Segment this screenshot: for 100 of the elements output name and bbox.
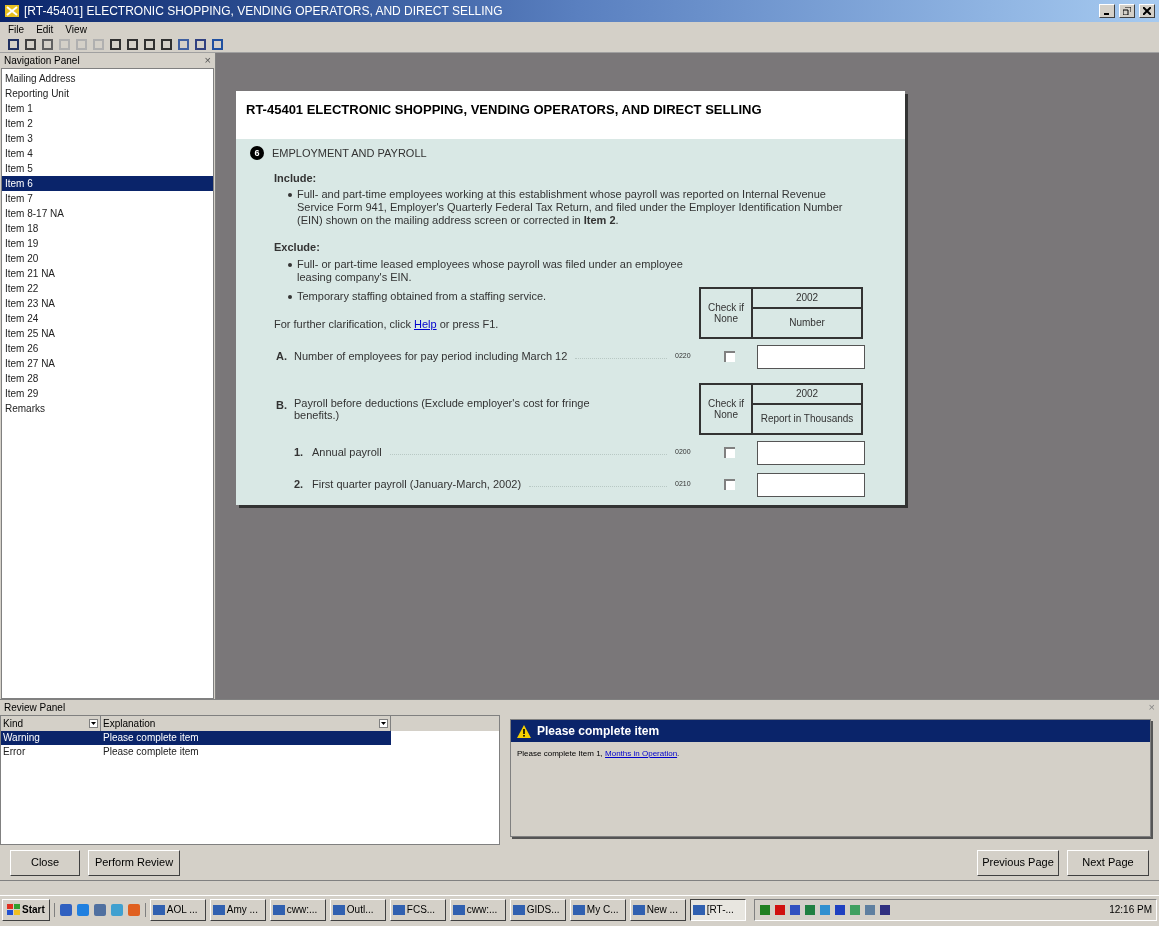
- toolbar-icon[interactable]: [161, 38, 172, 50]
- input-field[interactable]: [757, 472, 865, 497]
- navigation-item[interactable]: Item 8-17 NA: [2, 206, 213, 221]
- dialog-button[interactable]: Perform Review: [88, 849, 180, 876]
- item-label: Number of employees for pay period including March 12: [294, 349, 568, 365]
- toolbar-icon[interactable]: [178, 38, 189, 50]
- taskbar-button[interactable]: cww:...: [269, 898, 326, 921]
- taskbar-button[interactable]: AOL ...: [149, 898, 206, 921]
- navigation-item[interactable]: Item 7: [2, 191, 213, 206]
- navigation-item[interactable]: Item 26: [2, 341, 213, 356]
- quick-launch-icon[interactable]: [126, 902, 141, 917]
- window-icon: [632, 903, 645, 916]
- toolbar-icon[interactable]: [195, 38, 206, 50]
- panel-title: Review Panel: [4, 701, 66, 715]
- navigation-item[interactable]: Item 2: [2, 116, 213, 131]
- quick-launch-icon[interactable]: [58, 902, 73, 917]
- navigation-item[interactable]: Item 29: [2, 386, 213, 401]
- item-label: First quarter payroll (January-March, 2002): [312, 477, 522, 493]
- close-icon: [1143, 7, 1151, 15]
- minimize-button[interactable]: [1099, 4, 1115, 18]
- warning-icon: [517, 724, 531, 738]
- input-field[interactable]: [757, 440, 865, 465]
- input-field[interactable]: [757, 344, 865, 369]
- toolbar-icon[interactable]: [25, 38, 36, 50]
- exclude-text: Full- or part-time leased employees whose payroll was filed under an employee leasing company's EIN.: [297, 257, 684, 284]
- navigation-item[interactable]: Item 3: [2, 131, 213, 146]
- exclude-text: Temporary staffing obtained from a staffing service.: [297, 289, 547, 303]
- taskbar-button[interactable]: My C...: [569, 898, 626, 921]
- navigation-item[interactable]: Item 28: [2, 371, 213, 386]
- toolbar-icon[interactable]: [212, 38, 223, 50]
- dialog-button[interactable]: Previous Page: [977, 849, 1059, 876]
- menu-item[interactable]: File: [8, 21, 25, 37]
- help-link[interactable]: Help: [414, 318, 437, 330]
- taskbar-button[interactable]: New ...: [629, 898, 686, 921]
- navigation-item[interactable]: Item 21 NA: [2, 266, 213, 281]
- message-text: Please complete Item 1, Months in Operation.: [516, 748, 681, 760]
- form-title: RT-45401 ELECTRONIC SHOPPING, VENDING OPERATORS, AND DIRECT SELLING: [246, 102, 762, 117]
- window-title: [RT-45401] ELECTRONIC SHOPPING, VENDING OPERATORS, AND DIRECT SELLING: [24, 3, 504, 20]
- header-label: 2002: [753, 384, 861, 405]
- item-letter: B.: [276, 397, 288, 413]
- tray-icon[interactable]: [803, 903, 816, 916]
- navigation-item[interactable]: Mailing Address: [2, 71, 213, 86]
- start-button[interactable]: Start: [2, 898, 50, 921]
- close-button[interactable]: [1139, 4, 1155, 18]
- dialog-button[interactable]: Next Page: [1067, 849, 1149, 876]
- navigation-item[interactable]: Item 6: [2, 176, 213, 191]
- window-icon: [212, 903, 225, 916]
- navigation-item[interactable]: Item 25 NA: [2, 326, 213, 341]
- tray-icon[interactable]: [788, 903, 801, 916]
- window-icon: [692, 903, 705, 916]
- toolbar-icon[interactable]: [42, 38, 53, 50]
- header-label: Report in Thousands: [759, 412, 855, 426]
- checkbox[interactable]: [723, 479, 735, 490]
- toolbar-icon[interactable]: [127, 38, 138, 50]
- navigation-item[interactable]: Item 18: [2, 221, 213, 236]
- dialog-button[interactable]: Close: [10, 849, 80, 876]
- navigation-item[interactable]: Remarks: [2, 401, 213, 416]
- restore-icon: [1123, 7, 1131, 15]
- checkbox[interactable]: [723, 447, 735, 458]
- tray-icon[interactable]: [773, 903, 786, 916]
- navigation-item[interactable]: Item 5: [2, 161, 213, 176]
- navigation-item[interactable]: Item 24: [2, 311, 213, 326]
- toolbar-icon[interactable]: [144, 38, 155, 50]
- menu-item[interactable]: Edit: [36, 21, 54, 37]
- navigation-item[interactable]: Item 27 NA: [2, 356, 213, 371]
- review-row[interactable]: Error Please complete item: [1, 745, 391, 759]
- taskbar-button[interactable]: Outl...: [329, 898, 386, 921]
- taskbar-button[interactable]: cww:...: [449, 898, 506, 921]
- tray-icon[interactable]: [878, 903, 891, 916]
- menu-item[interactable]: View: [65, 21, 87, 37]
- navigation-item[interactable]: Item 23 NA: [2, 296, 213, 311]
- taskbar-button[interactable]: [RT-...: [689, 898, 746, 921]
- navigation-item[interactable]: Item 19: [2, 236, 213, 251]
- window-icon: [392, 903, 405, 916]
- item-letter: 2.: [294, 477, 305, 493]
- taskbar-button[interactable]: GIDS...: [509, 898, 566, 921]
- toolbar-icon[interactable]: [110, 38, 121, 50]
- taskbar-button[interactable]: FCS...: [389, 898, 446, 921]
- bullet-icon: [288, 262, 292, 267]
- app-icon: [4, 3, 20, 19]
- restore-button[interactable]: [1119, 4, 1135, 18]
- navigation-item[interactable]: Item 22: [2, 281, 213, 296]
- header-label: Check if None: [701, 288, 753, 337]
- exclude-label: Exclude:: [274, 240, 321, 255]
- quick-launch-icon[interactable]: [75, 902, 90, 917]
- toolbar-icon[interactable]: [8, 38, 19, 50]
- taskbar-button[interactable]: Amy ...: [209, 898, 266, 921]
- close-button[interactable]: ×: [204, 52, 211, 69]
- header-label: Check if None: [701, 384, 753, 433]
- header-label: Number: [788, 316, 826, 330]
- bullet-icon: [288, 294, 292, 299]
- review-row[interactable]: Warning Please complete item: [1, 731, 391, 745]
- checkbox[interactable]: [723, 351, 735, 362]
- navigation-item[interactable]: Item 20: [2, 251, 213, 266]
- navigation-item[interactable]: Item 1: [2, 101, 213, 116]
- navigation-item[interactable]: Item 4: [2, 146, 213, 161]
- tray-icon[interactable]: [833, 903, 846, 916]
- quick-launch-icon[interactable]: [92, 902, 107, 917]
- tray-icon[interactable]: [758, 903, 771, 916]
- navigation-item[interactable]: Reporting Unit: [2, 86, 213, 101]
